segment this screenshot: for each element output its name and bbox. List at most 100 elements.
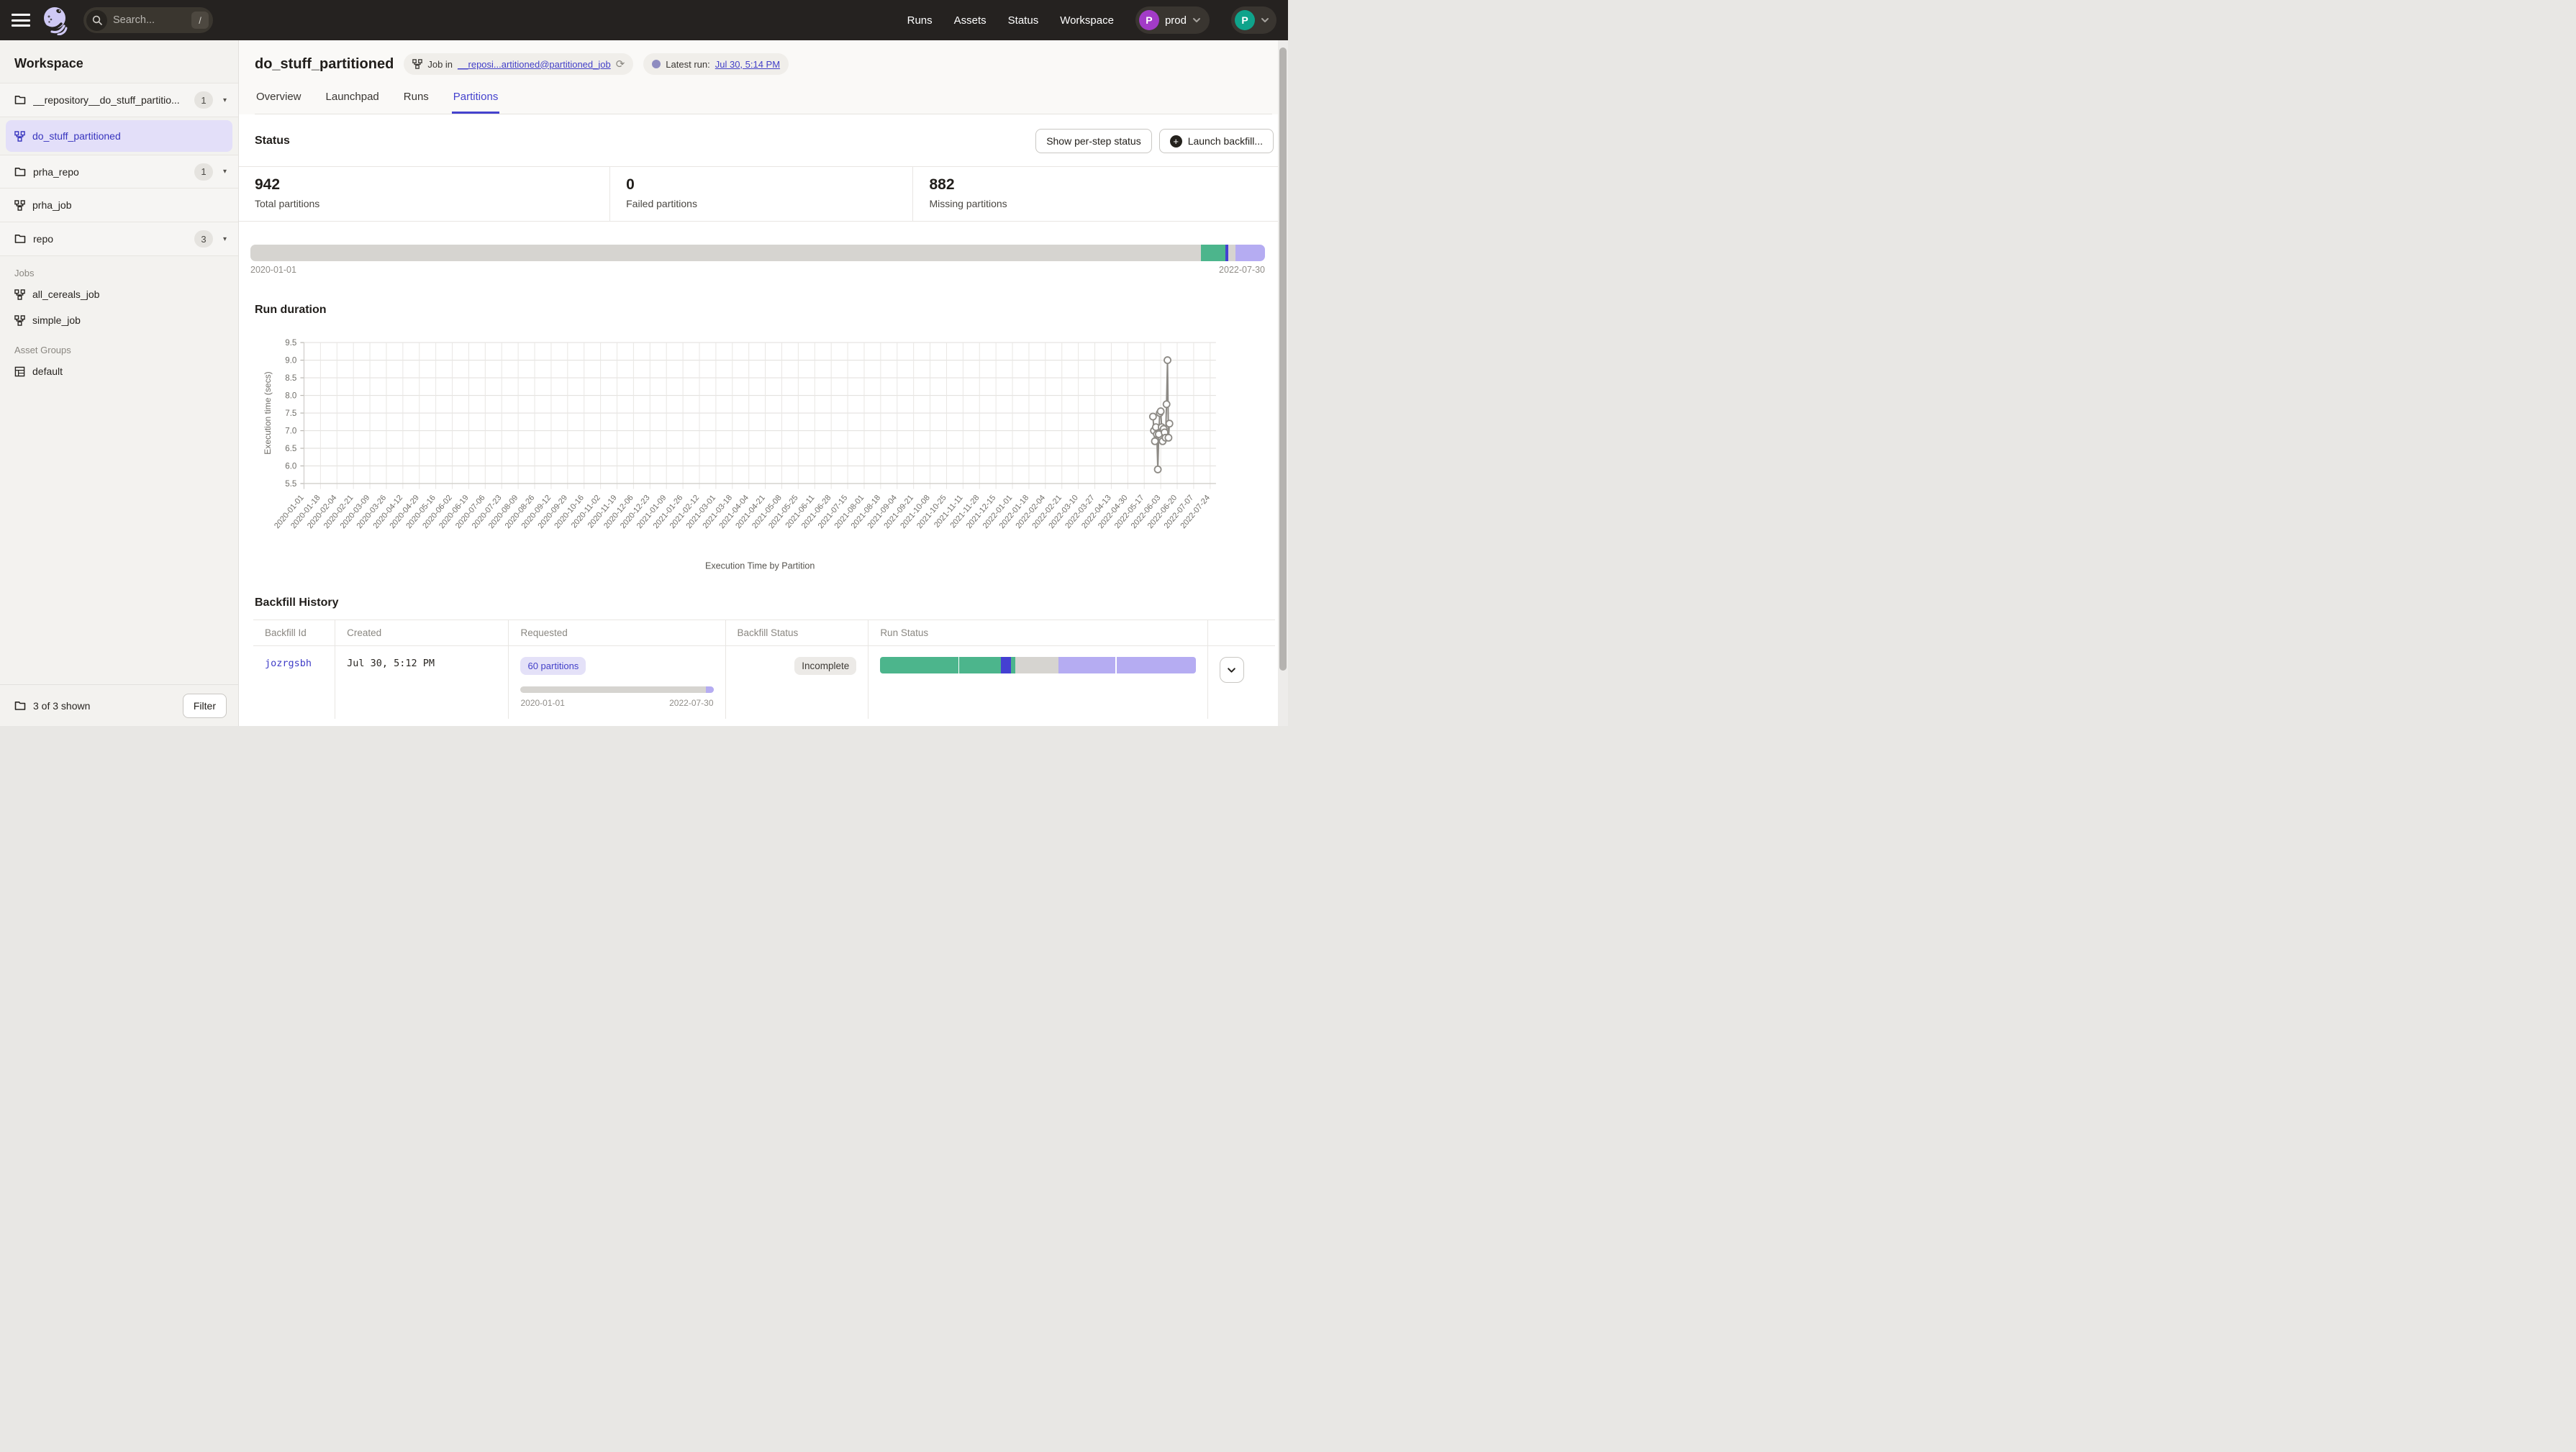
sidebar-item-repo[interactable]: repo3▾ bbox=[0, 222, 238, 256]
col-actions bbox=[1207, 620, 1275, 646]
tab-partitions[interactable]: Partitions bbox=[452, 86, 500, 114]
requested-range-start: 2020-01-01 bbox=[520, 698, 564, 708]
run-status-segment-indigo bbox=[1001, 657, 1011, 673]
sidebar-item-default[interactable]: default bbox=[0, 358, 238, 384]
partition-stats: 942Total partitions0Failed partitions882… bbox=[239, 166, 1288, 222]
section-label-asset-groups: Asset Groups bbox=[0, 333, 238, 358]
sidebar-footer: 3 of 3 shown Filter bbox=[0, 684, 238, 726]
plus-icon: + bbox=[1170, 135, 1182, 148]
sidebar-item-do-stuff-partitioned[interactable]: do_stuff_partitioned bbox=[6, 120, 232, 152]
run-duration-heading: Run duration bbox=[255, 304, 327, 316]
backfill-created: Jul 30, 5:12 PM bbox=[347, 658, 435, 669]
partition-range-end: 2022-07-30 bbox=[1219, 265, 1265, 275]
backfill-id-link[interactable]: jozrgsbh bbox=[265, 658, 312, 669]
workspace-sidebar: Workspace __repository__do_stuff_partiti… bbox=[0, 40, 239, 726]
item-count-badge: 1 bbox=[194, 163, 213, 181]
stat-total-partitions: 942Total partitions bbox=[239, 167, 610, 221]
chevron-down-icon bbox=[1261, 17, 1269, 23]
col-created: Created bbox=[335, 620, 509, 646]
sidebar-item-label: do_stuff_partitioned bbox=[32, 130, 224, 142]
requested-partitions-pill[interactable]: 60 partitions bbox=[520, 657, 586, 675]
scrollbar-thumb[interactable] bbox=[1279, 47, 1287, 671]
run-status-dot bbox=[652, 60, 661, 68]
show-per-step-status-button[interactable]: Show per-step status bbox=[1035, 129, 1152, 153]
col-requested: Requested bbox=[509, 620, 725, 646]
svg-text:9.5: 9.5 bbox=[285, 339, 296, 348]
folder-icon bbox=[14, 167, 26, 177]
expand-caret-icon[interactable]: ▾ bbox=[223, 168, 227, 176]
expand-row-button[interactable] bbox=[1220, 657, 1244, 683]
filter-button[interactable]: Filter bbox=[183, 694, 227, 718]
sidebar-item-label: __repository__do_stuff_partitio... bbox=[33, 94, 187, 106]
sidebar-item-prha-job[interactable]: prha_job bbox=[0, 189, 238, 222]
col-backfill-id: Backfill Id bbox=[253, 620, 335, 646]
stat-failed-partitions: 0Failed partitions bbox=[610, 167, 913, 221]
svg-text:7.0: 7.0 bbox=[285, 427, 296, 436]
sidebar-item-label: simple_job bbox=[32, 314, 81, 326]
job-repo-pill: Job in __reposi...artitioned@partitioned… bbox=[404, 53, 633, 75]
page-title: do_stuff_partitioned bbox=[255, 56, 394, 73]
job-pill-prefix: Job in bbox=[427, 59, 453, 70]
backfill-history-table: Backfill Id Created Requested Backfill S… bbox=[253, 620, 1275, 719]
nav-link-runs[interactable]: Runs bbox=[907, 14, 933, 27]
svg-text:8.5: 8.5 bbox=[285, 374, 296, 383]
nav-link-workspace[interactable]: Workspace bbox=[1060, 14, 1114, 27]
main-panel: do_stuff_partitioned Job in __reposi...a… bbox=[239, 40, 1288, 726]
sidebar-title: Workspace bbox=[0, 40, 238, 83]
tab-runs[interactable]: Runs bbox=[402, 86, 430, 114]
sidebar-item-prha-repo[interactable]: prha_repo1▾ bbox=[0, 155, 238, 189]
requested-range-end: 2022-07-30 bbox=[669, 698, 713, 708]
partition-status-bar[interactable] bbox=[250, 245, 1265, 261]
tab-launchpad[interactable]: Launchpad bbox=[325, 86, 381, 114]
sidebar-item-all_cereals_job[interactable]: all_cereals_job bbox=[0, 281, 238, 307]
search-shortcut-key: / bbox=[191, 12, 209, 29]
page-scrollbar[interactable] bbox=[1278, 40, 1288, 726]
run-status-segment-gray bbox=[1015, 657, 1058, 673]
latest-run-link[interactable]: Jul 30, 5:14 PM bbox=[715, 59, 780, 70]
dagster-logo-icon[interactable] bbox=[40, 5, 71, 35]
sidebar-item-label: prha_job bbox=[32, 199, 230, 211]
svg-text:7.5: 7.5 bbox=[285, 409, 296, 418]
user-menu[interactable]: P bbox=[1231, 6, 1276, 34]
deployment-switcher[interactable]: P prod bbox=[1135, 6, 1210, 34]
asset-group-icon bbox=[14, 366, 25, 377]
job-icon bbox=[14, 315, 25, 326]
search-input[interactable] bbox=[113, 14, 191, 26]
sidebar-item--repository-do-stuff-partitio-[interactable]: __repository__do_stuff_partitio...1▾ bbox=[0, 83, 238, 117]
col-backfill-status: Backfill Status bbox=[725, 620, 869, 646]
chevron-down-icon bbox=[1192, 17, 1201, 23]
run-status-segment-green bbox=[959, 657, 1000, 673]
menu-icon[interactable] bbox=[12, 14, 30, 27]
partition-status-bar-section: 2020-01-01 2022-07-30 bbox=[239, 222, 1288, 275]
sidebar-item-label: default bbox=[32, 366, 63, 377]
job-icon bbox=[14, 131, 25, 142]
job-repo-link[interactable]: __reposi...artitioned@partitioned_job bbox=[458, 59, 611, 70]
expand-caret-icon[interactable]: ▾ bbox=[223, 96, 227, 104]
folder-icon bbox=[14, 95, 26, 105]
nav-link-assets[interactable]: Assets bbox=[954, 14, 987, 27]
partition-segment-gray bbox=[250, 245, 1201, 261]
search-box[interactable]: / bbox=[83, 7, 213, 33]
item-count-badge: 3 bbox=[194, 230, 213, 248]
svg-text:6.5: 6.5 bbox=[285, 445, 296, 453]
backfill-status-badge: Incomplete bbox=[794, 657, 856, 675]
launch-backfill-button[interactable]: + Launch backfill... bbox=[1159, 129, 1274, 153]
refresh-icon[interactable]: ⟳ bbox=[616, 58, 625, 71]
svg-text:5.5: 5.5 bbox=[285, 480, 296, 489]
backfill-history-heading: Backfill History bbox=[255, 596, 338, 609]
nav-link-status[interactable]: Status bbox=[1008, 14, 1039, 27]
sidebar-item-simple_job[interactable]: simple_job bbox=[0, 307, 238, 333]
expand-caret-icon[interactable]: ▾ bbox=[223, 235, 227, 243]
user-avatar: P bbox=[1235, 10, 1255, 30]
tab-overview[interactable]: Overview bbox=[255, 86, 303, 114]
job-icon bbox=[14, 289, 25, 300]
nav-links: Runs Assets Status Workspace bbox=[907, 14, 1114, 27]
repo-list: __repository__do_stuff_partitio...1▾do_s… bbox=[0, 83, 238, 256]
table-row: jozrgsbh Jul 30, 5:12 PM 60 partitions 2… bbox=[253, 646, 1275, 720]
run-duration-chart: 9.59.08.58.07.57.06.56.05.52020-01-01202… bbox=[239, 317, 1288, 578]
partition-segment-gray bbox=[1228, 245, 1235, 261]
job-tabs: Overview Launchpad Runs Partitions bbox=[255, 86, 1272, 114]
table-header-row: Backfill Id Created Requested Backfill S… bbox=[253, 620, 1275, 646]
svg-text:Execution Time by Partition: Execution Time by Partition bbox=[705, 561, 815, 571]
run-status-bar[interactable] bbox=[880, 657, 1195, 673]
